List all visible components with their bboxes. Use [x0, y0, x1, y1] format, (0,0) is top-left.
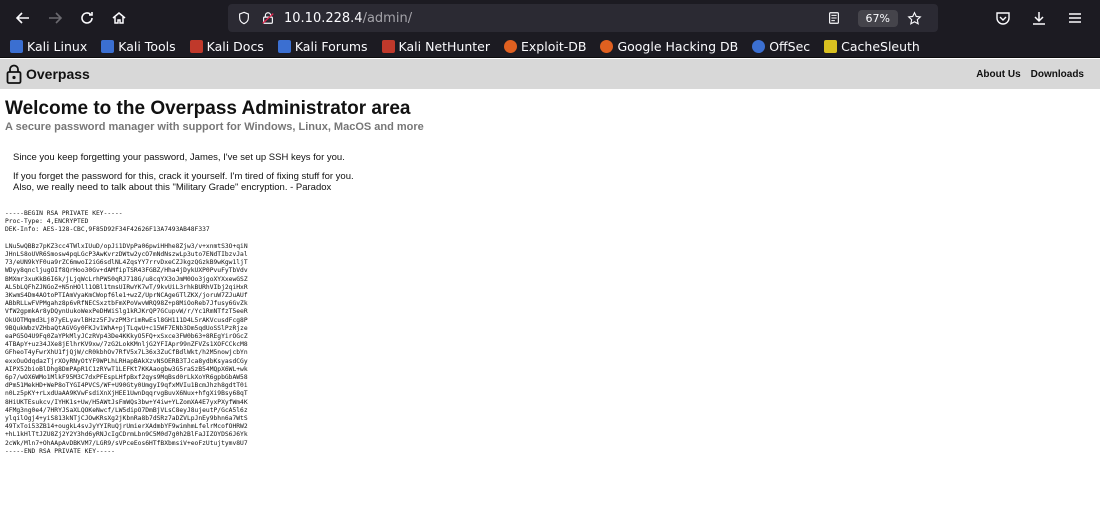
bookmark-kali-linux[interactable]: Kali Linux: [10, 39, 87, 54]
bookmark-offsec[interactable]: OffSec: [752, 39, 810, 54]
bookmark-kali-docs[interactable]: Kali Docs: [189, 39, 264, 54]
hamburger-icon: [1069, 13, 1081, 23]
exploit-db-icon: [504, 40, 518, 53]
key-line: ABbRLLwFVPMgahz8p6vRfNECSxztbFmXPoVwvWRQ…: [5, 300, 248, 308]
key-begin: -----BEGIN RSA PRIVATE KEY-----: [5, 210, 123, 217]
message-line-2: If you forget the password for this, cra…: [13, 171, 354, 182]
key-proc-type: Proc-Type: 4,ENCRYPTED: [5, 218, 89, 226]
key-line: n0Lz5pKY+rLxdUaAA9KVwFsdiXnXjHEE1UwnDqqr…: [5, 390, 248, 398]
site-navbar: Overpass About Us Downloads: [0, 59, 1100, 89]
page-title: Welcome to the Overpass Administrator ar…: [5, 98, 411, 119]
key-line: 4TBApY+uz34JXe8jElhrKV9xw/7zG2LokKMnljG2…: [5, 341, 248, 349]
menu-button[interactable]: [1060, 3, 1090, 33]
key-line: 3KwmS4Dm4AOtoPTIAmVyaKmCWopf6le1+wzZ/Upr…: [5, 292, 248, 300]
key-line: ylqilOgj4+yiS813kNTjCJOwKRsXg2jKbnRa8b7d…: [5, 415, 248, 423]
nav-downloads[interactable]: Downloads: [1031, 69, 1084, 80]
nav-about-us[interactable]: About Us: [976, 69, 1020, 80]
message-line-3: Also, we really need to talk about this …: [13, 182, 332, 193]
arrow-left-icon: [15, 12, 29, 24]
home-button[interactable]: [104, 3, 134, 33]
key-end: -----END RSA PRIVATE KEY-----: [5, 447, 115, 455]
key-line: 8HiUKTEsukcv/IYHK1s+Uw/H5AWtJsFmWQs3bw+Y…: [5, 398, 248, 406]
key-line: AIPX52bioBlDhg8DmPApR1C1zRYwT1LEFKt7KKAa…: [5, 365, 248, 373]
key-line: OkUOTMqmd3Lj07yELyavlBHzz5FJvzPM3rimRwEs…: [5, 316, 248, 324]
nethunter-icon: [381, 40, 395, 53]
browser-toolbar: 10.10.228.4/admin/ 67%: [0, 0, 1100, 36]
key-line: 6p7/wOX6WMo1MlkF95M3C7dxPFEspLHfpBxf2qys…: [5, 374, 248, 382]
reload-icon: [81, 12, 93, 24]
arrow-right-icon: [49, 12, 63, 24]
reload-button[interactable]: [72, 3, 102, 33]
key-line: dPm51MekHD+WeP8oTYGI4PVCS/WF+U90Gty0Umgy…: [5, 382, 248, 390]
bookmark-google-hacking-db[interactable]: Google Hacking DB: [600, 39, 738, 54]
pocket-icon: [996, 12, 1010, 25]
bookmark-cachesleuth[interactable]: CacheSleuth: [824, 39, 920, 54]
ghdb-icon: [600, 40, 614, 53]
key-line: exxOuOdqdazTjrXOyRNyOtYF9WPLhLRHapBAkXzv…: [5, 357, 248, 365]
cachesleuth-icon: [824, 40, 838, 53]
insecure-lock-icon[interactable]: [260, 10, 276, 26]
key-line: +hL1kHlTtJZU8Zj2Y2Y3hd6yRNJcIgCDrmLbn9C5…: [5, 431, 248, 439]
key-line: eaPG5O4U9Fq0ZaYPkMlyJCzRVp43De4KKkyO5FQ+…: [5, 333, 248, 341]
kali-dragon-icon: [10, 40, 23, 53]
site-logo[interactable]: Overpass: [6, 64, 90, 84]
admin-message: Since you keep forgetting your password,…: [13, 152, 1085, 193]
bookmark-kali-tools[interactable]: Kali Tools: [101, 39, 176, 54]
bookmark-kali-nethunter[interactable]: Kali NetHunter: [381, 39, 490, 54]
offsec-icon: [752, 40, 766, 53]
zoom-level[interactable]: 67%: [857, 9, 898, 27]
key-line: 73/eUN9kYF0ua9rZC6mwoI2iG6sdlNL4ZqsYY7rr…: [5, 259, 248, 267]
key-line: 9BQukWbzVZHbaQtAGVGy0FKJv1WhA+pjTLqwU+c1…: [5, 324, 248, 332]
pocket-button[interactable]: [988, 3, 1018, 33]
key-line: JHnLS8oUVR6Smosw4pqLGcP3AwKvrzDWtw2ycO7m…: [5, 251, 248, 259]
logo-text: Overpass: [26, 66, 90, 82]
message-line-1: Since you keep forgetting your password,…: [13, 152, 345, 163]
url-bar[interactable]: 10.10.228.4/admin/ 67%: [228, 4, 938, 32]
kali-tools-icon: [101, 40, 115, 53]
key-line: LNu5wQBBz7pKZ3cc4TWlxIUuD/opJi1DVpPa06pw…: [5, 242, 248, 250]
key-line: BMXmr3xuKkB6I6k/jLjqWcLrhPWS0qRJ718G/u8c…: [5, 275, 248, 283]
forward-button[interactable]: [40, 3, 70, 33]
key-line: VfW2gpmkAr8yDQynUukoWexPeDHWiSlg1kRJKrQP…: [5, 308, 248, 316]
padlock-icon: [6, 64, 22, 84]
url-path: /admin/: [362, 10, 413, 26]
key-line: WDyy8qncljugOIf8QrHoo30Gv+dAMfipTSR43FGB…: [5, 267, 248, 275]
main-content: Welcome to the Overpass Administrator ar…: [5, 98, 1085, 456]
star-icon[interactable]: [906, 10, 922, 26]
key-line: 49TxToi53ZB14+ougkL4svJyYYIRuQjrUmierXAd…: [5, 423, 248, 431]
kali-forums-icon: [277, 40, 291, 53]
home-icon: [112, 12, 126, 24]
bookmarks-bar: Kali Linux Kali Tools Kali Docs Kali For…: [0, 36, 1100, 58]
shield-icon[interactable]: [236, 10, 252, 26]
rsa-private-key: -----BEGIN RSA PRIVATE KEY----- Proc-Typ…: [5, 210, 1085, 456]
key-dek-info: DEK-Info: AES-128-CBC,9F85D92F34F42626F1…: [5, 226, 210, 234]
kali-docs-icon: [189, 40, 203, 53]
download-icon: [1033, 12, 1045, 25]
downloads-button[interactable]: [1024, 3, 1054, 33]
reader-view-icon[interactable]: [826, 10, 842, 26]
key-line: 4FMg3ng0e4/7HRYJSaXLQOKeNwcf/LW5dipO7DmB…: [5, 406, 248, 414]
page-subtitle: A secure password manager with support f…: [5, 121, 424, 133]
key-line: GFheoT4yFwrXhU1fjQjW/cR0kbhOv7RfV5x7L36x…: [5, 349, 248, 357]
key-line: 2cWk/Mln7+OhAApAvDBKVM7/LGR9/sVPceEos6HT…: [5, 439, 248, 447]
bookmark-kali-forums[interactable]: Kali Forums: [277, 39, 368, 54]
bookmark-exploit-db[interactable]: Exploit-DB: [504, 39, 586, 54]
url-host: 10.10.228.4: [284, 10, 363, 26]
key-line: AL5bLQFhZJNGoZ+N5nHOll1OBl1tmsUIRwYK7wT/…: [5, 283, 248, 291]
back-button[interactable]: [8, 3, 38, 33]
